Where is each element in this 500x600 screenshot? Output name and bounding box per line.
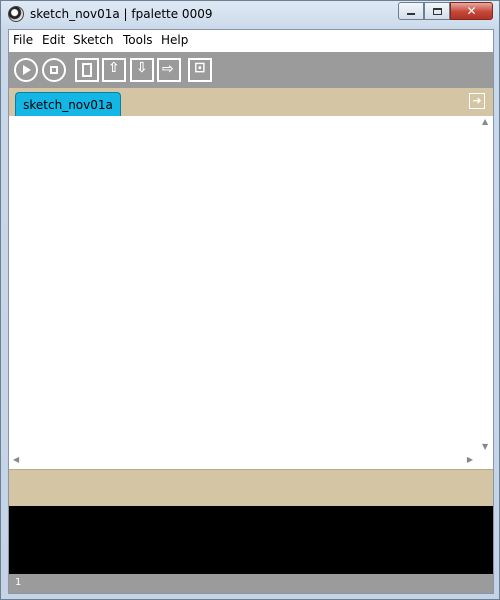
maximize-button[interactable]	[424, 2, 450, 20]
message-area	[9, 469, 493, 506]
run-icon	[23, 65, 31, 75]
run-button[interactable]	[14, 58, 38, 82]
processing-app-icon	[8, 6, 24, 22]
title-bar[interactable]: sketch_nov01a | fpalette 0009 ✕	[1, 1, 499, 29]
vertical-scrollbar[interactable]: ▲ ▼	[479, 116, 493, 452]
line-number: 1	[15, 577, 22, 588]
new-icon	[82, 63, 92, 77]
scroll-left-arrow-icon[interactable]: ◀	[13, 455, 19, 464]
open-icon: ⇧	[108, 60, 120, 76]
minimize-icon	[407, 13, 415, 15]
menu-sketch[interactable]: Sketch	[73, 33, 113, 47]
menu-tools[interactable]: Tools	[123, 33, 153, 47]
toolbar: ⇧ ⇩ ⇨ ⊡	[9, 52, 493, 88]
export-application-icon: ⊡	[194, 60, 206, 76]
menu-edit[interactable]: Edit	[42, 33, 65, 47]
tab-sketch-nov01a[interactable]: sketch_nov01a	[15, 92, 121, 116]
export-button[interactable]: ⇨	[157, 58, 181, 82]
scroll-up-arrow-icon[interactable]: ▲	[482, 117, 488, 126]
menu-file[interactable]: File	[13, 33, 33, 47]
new-button[interactable]	[75, 58, 99, 82]
console-output[interactable]	[9, 506, 493, 574]
scroll-down-arrow-icon[interactable]: ▼	[482, 442, 488, 451]
app-window: sketch_nov01a | fpalette 0009 ✕ File Edi…	[0, 0, 500, 600]
horizontal-scrollbar[interactable]: ◀ ▶	[9, 452, 477, 469]
save-button[interactable]: ⇩	[130, 58, 154, 82]
client-area: File Edit Sketch Tools Help ⇧ ⇩ ⇨ ⊡ sket…	[8, 29, 494, 594]
stop-icon	[50, 66, 58, 74]
close-button[interactable]: ✕	[450, 2, 493, 20]
menu-help[interactable]: Help	[161, 33, 188, 47]
tab-menu-arrow-icon[interactable]: ➜	[469, 93, 485, 109]
scroll-right-arrow-icon[interactable]: ▶	[467, 455, 473, 464]
export-icon: ⇨	[162, 61, 174, 77]
menu-bar: File Edit Sketch Tools Help	[9, 30, 493, 52]
window-title: sketch_nov01a | fpalette 0009	[30, 7, 213, 21]
close-icon: ✕	[466, 4, 477, 18]
minimize-button[interactable]	[398, 2, 424, 20]
open-button[interactable]: ⇧	[102, 58, 126, 82]
maximize-icon	[432, 7, 442, 15]
stop-button[interactable]	[42, 58, 66, 82]
status-footer: 1	[9, 574, 493, 593]
code-editor[interactable]: ▲ ▼ ◀ ▶	[9, 116, 493, 469]
tab-bar: sketch_nov01a ➜	[9, 88, 493, 116]
save-icon: ⇩	[136, 60, 148, 76]
export-application-button[interactable]: ⊡	[188, 58, 212, 82]
